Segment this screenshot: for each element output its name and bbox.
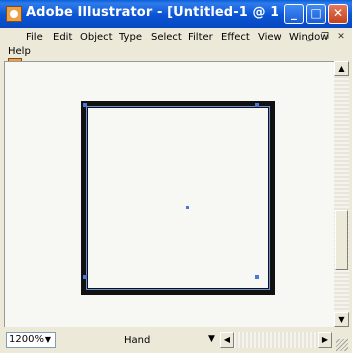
doc-restore-button[interactable]: ❐: [318, 31, 332, 43]
menu-file[interactable]: File: [26, 32, 43, 43]
resize-grip-icon[interactable]: [336, 339, 348, 351]
anchor-point-bottom-left[interactable]: [83, 275, 87, 279]
anchor-point-bottom-right[interactable]: [255, 275, 259, 279]
vertical-scroll-track[interactable]: [334, 76, 349, 312]
menu-filter[interactable]: Filter: [188, 32, 213, 43]
menu-object[interactable]: Object: [80, 32, 113, 43]
horizontal-scroll-track[interactable]: [234, 332, 318, 348]
selected-rectangle[interactable]: [81, 101, 275, 295]
scroll-up-arrow-icon[interactable]: ▲: [334, 61, 349, 76]
menu-type[interactable]: Type: [119, 32, 142, 43]
menu-select[interactable]: Select: [151, 32, 182, 43]
document-canvas[interactable]: [4, 61, 335, 328]
menu-edit[interactable]: Edit: [53, 32, 72, 43]
maximize-button[interactable]: □: [306, 4, 326, 24]
doc-minimize-button[interactable]: _: [302, 31, 316, 43]
scroll-right-arrow-icon[interactable]: ▶: [318, 332, 332, 348]
status-tool-name: Hand: [124, 335, 151, 346]
menu-view[interactable]: View: [258, 32, 282, 43]
zoom-level-value: 1200%: [9, 334, 44, 345]
anchor-point-top-right[interactable]: [255, 103, 259, 107]
menu-help[interactable]: Help: [8, 46, 31, 57]
minimize-button[interactable]: _: [284, 4, 304, 24]
scroll-down-arrow-icon[interactable]: ▼: [334, 312, 349, 327]
scroll-left-arrow-icon[interactable]: ◀: [220, 332, 234, 348]
app-icon[interactable]: [6, 6, 22, 22]
title-bar[interactable]: Adobe Illustrator - [Untitled-1 @ 1200% …: [0, 0, 352, 28]
dropdown-arrow-icon[interactable]: ▼: [42, 334, 54, 346]
close-button[interactable]: ✕: [328, 4, 348, 24]
vertical-scroll-thumb[interactable]: [335, 210, 348, 270]
selection-bounding-box: [86, 106, 270, 290]
zoom-level-select[interactable]: 1200% ▼: [6, 332, 56, 348]
menu-effect[interactable]: Effect: [221, 32, 250, 43]
window-title: Adobe Illustrator - [Untitled-1 @ 1200% …: [26, 5, 278, 20]
menu-bar: File Edit Object Type Select Filter Effe…: [0, 28, 352, 72]
horizontal-scrollbar[interactable]: ◀ ▶: [220, 332, 332, 348]
status-bar: 1200% ▼ Hand ▼ ◀ ▶: [0, 327, 352, 353]
center-point[interactable]: [186, 206, 189, 209]
vertical-scrollbar[interactable]: ▲ ▼: [334, 61, 349, 327]
status-menu-arrow-icon[interactable]: ▼: [208, 334, 215, 344]
doc-close-button[interactable]: ✕: [334, 31, 348, 43]
anchor-point-top-left[interactable]: [83, 103, 87, 107]
